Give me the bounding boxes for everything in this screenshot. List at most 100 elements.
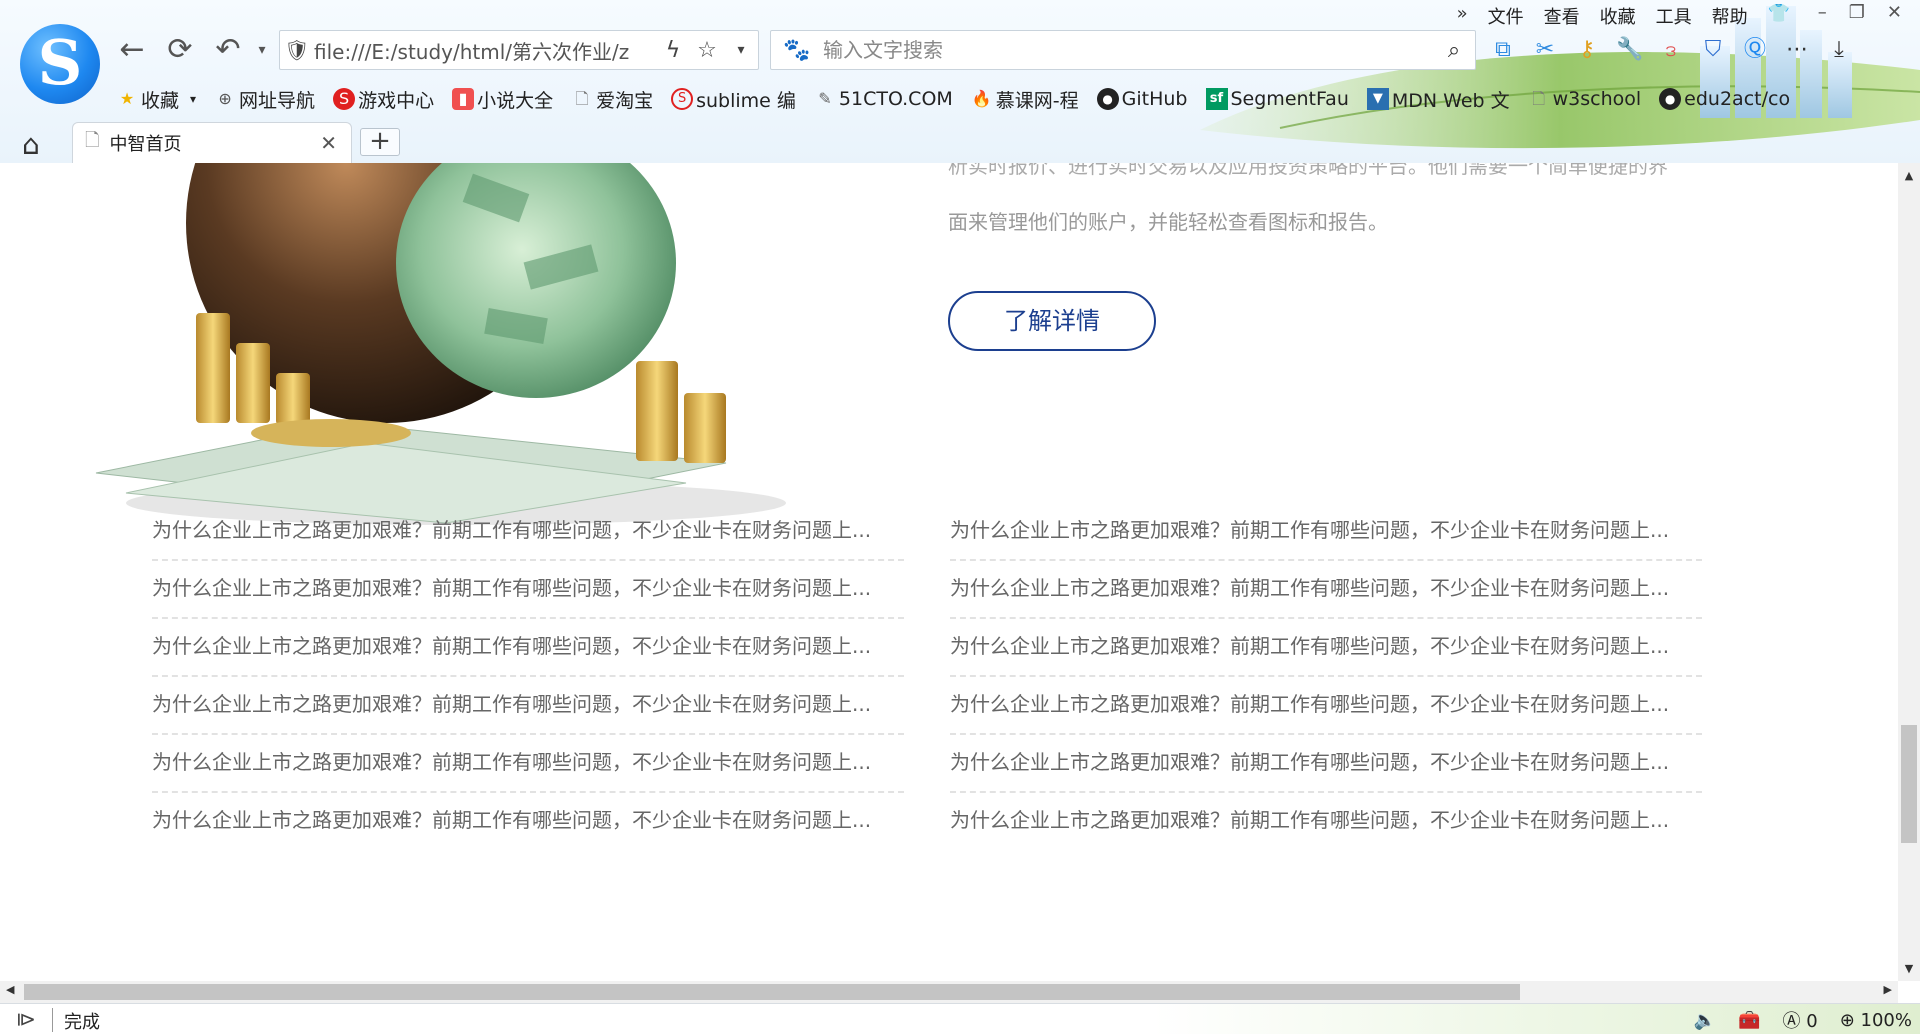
bookmark-w3school[interactable]: 🗋 w3school xyxy=(1528,88,1642,110)
star-icon: ★ xyxy=(119,89,135,108)
news-item[interactable]: 为什么企业上市之路更加艰难？前期工作有哪些问题，不少企业卡在财务问题上... xyxy=(152,503,904,561)
vertical-scroll-thumb[interactable] xyxy=(1901,725,1917,843)
bookmark-mdn[interactable]: ▼ MDN Web 文 xyxy=(1366,86,1510,113)
minimize-icon[interactable]: – xyxy=(1818,2,1827,23)
bookmark-game-center[interactable]: S 游戏中心 xyxy=(333,86,434,113)
new-tab-button[interactable]: + xyxy=(360,128,400,156)
toolbox-icon[interactable]: 🧰 xyxy=(1738,1010,1760,1031)
sogou-browser-logo[interactable]: S xyxy=(20,24,100,104)
address-url[interactable]: file:///E:/study/html/第六次作业/z xyxy=(314,36,656,65)
volume-icon[interactable]: 🔈 xyxy=(1694,1010,1716,1031)
menu-favorites[interactable]: 收藏 xyxy=(1600,3,1636,29)
scroll-down-arrow-icon[interactable]: ▼ xyxy=(1898,962,1920,975)
close-window-icon[interactable]: ✕ xyxy=(1887,2,1902,23)
tab-title: 中智首页 xyxy=(109,134,182,155)
undo-dropdown-icon[interactable]: ▾ xyxy=(244,30,280,70)
bookmark-label: sublime 编 xyxy=(696,89,796,112)
intro-line-2: 面来管理他们的账户，并能轻松查看图标和报告。 xyxy=(948,210,1388,234)
bookmark-label: w3school xyxy=(1552,88,1642,110)
baidu-paw-icon[interactable]: 🐾 xyxy=(771,38,823,63)
bookmark-label: edu2act/co xyxy=(1684,88,1791,110)
intro-line-1: 析实时报价、进行实时交易以及应用投资策略的平台。他们需要一个简单便捷的界 xyxy=(948,163,1668,178)
bookmark-label: 51CTO.COM xyxy=(838,88,953,110)
scroll-up-arrow-icon[interactable]: ▲ xyxy=(1898,169,1920,182)
news-item[interactable]: 为什么企业上市之路更加艰难？前期工作有哪些问题，不少企业卡在财务问题上... xyxy=(152,561,904,619)
menu-help[interactable]: 帮助 xyxy=(1712,3,1748,29)
tab-strip: ⌂ 🗋 中智首页 ✕ + xyxy=(0,122,1920,163)
news-item[interactable]: 为什么企业上市之路更加艰难？前期工作有哪些问题，不少企业卡在财务问题上... xyxy=(152,793,904,851)
bookmark-star-icon[interactable]: ☆ xyxy=(690,38,724,63)
speed-mode-icon[interactable]: ϟ xyxy=(656,38,690,63)
bookmark-imooc[interactable]: 🔥 慕课网-程 xyxy=(971,86,1079,113)
search-icon[interactable]: ⌕ xyxy=(1433,38,1475,63)
learn-more-button[interactable]: 了解详情 xyxy=(948,291,1156,351)
undo-icon[interactable]: ↶ xyxy=(210,30,246,70)
download-icon[interactable]: ⤓ xyxy=(1826,36,1852,64)
bookmark-github[interactable]: ● GitHub xyxy=(1096,88,1188,110)
vertical-scrollbar[interactable]: ▲ ▼ xyxy=(1898,163,1920,981)
pen-icon: ✎ xyxy=(818,89,832,108)
tab-zhongzhi-home[interactable]: 🗋 中智首页 ✕ xyxy=(72,122,352,163)
menu-bar: » 文件 查看 收藏 工具 帮助 👕 xyxy=(1457,3,1790,29)
news-list-right: 为什么企业上市之路更加艰难？前期工作有哪些问题，不少企业卡在财务问题上... 为… xyxy=(950,503,1702,851)
search-input[interactable] xyxy=(823,38,1433,62)
news-item[interactable]: 为什么企业上市之路更加艰难？前期工作有哪些问题，不少企业卡在财务问题上... xyxy=(950,503,1702,561)
home-icon[interactable]: ⌂ xyxy=(22,128,40,161)
screenshot-icon[interactable]: ⧉ xyxy=(1490,36,1516,64)
news-item[interactable]: 为什么企业上市之路更加艰难？前期工作有哪些问题，不少企业卡在财务问题上... xyxy=(152,735,904,793)
bookmark-label: 小说大全 xyxy=(477,89,554,112)
address-dropdown-icon[interactable]: ▾ xyxy=(724,42,758,58)
menu-overflow-chevron[interactable]: » xyxy=(1457,3,1468,29)
bookmark-segmentfault[interactable]: sf SegmentFau xyxy=(1205,88,1349,110)
bookmark-novels[interactable]: ▮ 小说大全 xyxy=(452,86,553,113)
sf-icon: sf xyxy=(1205,88,1228,110)
scroll-left-arrow-icon[interactable]: ◀ xyxy=(6,983,14,996)
search-bar[interactable]: 🐾 ⌕ xyxy=(770,30,1476,70)
address-bar[interactable]: 🛡 file:///E:/study/html/第六次作业/z ϟ ☆ ▾ xyxy=(279,30,759,70)
scroll-right-arrow-icon[interactable]: ▶ xyxy=(1884,983,1892,996)
flame-icon: 🔥 xyxy=(971,89,992,108)
status-divider xyxy=(52,1008,53,1032)
bookmark-nav[interactable]: ⊕ 网址导航 xyxy=(214,86,315,113)
news-item[interactable]: 为什么企业上市之路更加艰难？前期工作有哪些问题，不少企业卡在财务问题上... xyxy=(152,677,904,735)
window-controls: – ❐ ✕ xyxy=(1818,2,1902,23)
favorites-dropdown-icon[interactable]: ▾ xyxy=(190,92,196,106)
close-tab-icon[interactable]: ✕ xyxy=(320,131,337,155)
news-item[interactable]: 为什么企业上市之路更加艰难？前期工作有哪些问题，不少企业卡在财务问题上... xyxy=(950,793,1702,851)
skin-shirt-icon[interactable]: 👕 xyxy=(1768,3,1790,29)
menu-tools[interactable]: 工具 xyxy=(1656,3,1692,29)
status-right-tools: 🔈 🧰 Ⓐ 0 ⊕ 100% xyxy=(1694,1007,1912,1033)
bookmark-51cto[interactable]: ✎ 51CTO.COM xyxy=(814,88,953,110)
bookmark-sublime[interactable]: S sublime 编 xyxy=(671,86,796,113)
novel-icon: ▮ xyxy=(452,88,475,110)
zoom-icon: ⊕ xyxy=(1839,1009,1855,1031)
news-item[interactable]: 为什么企业上市之路更加艰难？前期工作有哪些问题，不少企业卡在财务问题上... xyxy=(950,619,1702,677)
horizontal-scrollbar[interactable]: ◀ ▶ xyxy=(0,981,1898,1003)
page-icon: 🗋 xyxy=(1532,89,1546,108)
news-item[interactable]: 为什么企业上市之路更加艰难？前期工作有哪些问题，不少企业卡在财务问题上... xyxy=(950,561,1702,619)
sidebar-toggle-icon[interactable]: ⧐ xyxy=(16,1007,36,1031)
more-icon[interactable]: ⋯ xyxy=(1784,36,1810,64)
adblock-counter[interactable]: Ⓐ 0 xyxy=(1783,1007,1818,1033)
extension-icon[interactable]: ဒ xyxy=(1658,36,1684,64)
key-icon[interactable]: ⚷ xyxy=(1574,36,1600,64)
menu-view[interactable]: 查看 xyxy=(1544,3,1580,29)
horizontal-scroll-thumb[interactable] xyxy=(24,984,1520,1000)
restore-icon[interactable]: ❐ xyxy=(1849,2,1865,23)
news-item[interactable]: 为什么企业上市之路更加艰难？前期工作有哪些问题，不少企业卡在财务问题上... xyxy=(950,677,1702,735)
zoom-control[interactable]: ⊕ 100% xyxy=(1840,1010,1912,1031)
bookmark-aitaobao[interactable]: 🗋 爱淘宝 xyxy=(571,86,653,113)
news-item[interactable]: 为什么企业上市之路更加艰难？前期工作有哪些问题，不少企业卡在财务问题上... xyxy=(950,735,1702,793)
refresh-icon[interactable]: ⟳ xyxy=(162,30,198,70)
github-icon: ● xyxy=(1659,88,1682,110)
wrench-icon[interactable]: 🔧 xyxy=(1616,36,1643,64)
back-arrow-icon[interactable]: ← xyxy=(114,30,150,70)
shield-check-icon[interactable]: ⛉ xyxy=(1700,36,1726,64)
security-shield-icon[interactable]: 🛡 xyxy=(280,38,314,62)
bookmark-favorites[interactable]: ★ 收藏 ▾ xyxy=(116,86,196,113)
bookmark-edu2act[interactable]: ● edu2act/co xyxy=(1659,88,1790,110)
scissors-icon[interactable]: ✂ xyxy=(1532,36,1558,64)
news-item[interactable]: 为什么企业上市之路更加艰难？前期工作有哪些问题，不少企业卡在财务问题上... xyxy=(152,619,904,677)
menu-file[interactable]: 文件 xyxy=(1488,3,1524,29)
q-search-icon[interactable]: Ⓠ xyxy=(1742,36,1768,64)
